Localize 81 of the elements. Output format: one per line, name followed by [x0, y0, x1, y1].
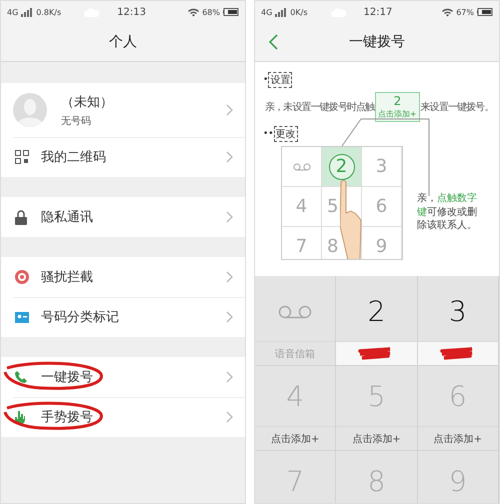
item-label: 骚扰拦截 [41, 269, 94, 286]
menu-item[interactable]: 我的二维码 [1, 137, 245, 177]
chevron-icon [226, 311, 233, 323]
section-heading: 设置 [268, 72, 292, 88]
key-label: 点击添加+ [270, 432, 320, 446]
hand-icon [15, 410, 25, 424]
key-digit: 4 [286, 380, 304, 412]
battery-percent: 67% [456, 8, 474, 16]
signal-icon [21, 8, 34, 16]
battery-percent: 68% [202, 8, 220, 16]
clock-time: 12:13 [117, 6, 147, 18]
battery-icon [477, 8, 493, 16]
item-label: 我的二维码 [41, 149, 107, 166]
chevron-icon [226, 411, 233, 423]
page-title: 个人 [109, 33, 137, 51]
key-label: 点击添加+ [352, 432, 401, 446]
chevron-icon [226, 371, 233, 383]
item-label: 隐私通讯 [41, 209, 94, 226]
key-digit: 3 [376, 156, 388, 177]
clock-time: 12:17 [364, 6, 394, 18]
menu-item[interactable]: 号码分类标记 [1, 297, 245, 337]
key-digit: 6 [448, 380, 467, 412]
item-label: 手势拨号 [41, 409, 94, 426]
dial-key[interactable]: 6 点击添加+ [418, 366, 499, 451]
item-label: 一键拨号 [41, 369, 94, 386]
key-digit: 5 [327, 196, 338, 217]
dial-key[interactable]: 2 [336, 276, 418, 366]
menu-item[interactable]: 一键拨号 [1, 357, 245, 397]
back-icon[interactable] [269, 34, 278, 50]
battery-icon [223, 8, 239, 16]
qr-code-icon [15, 150, 29, 164]
network-speed: 0.8K/s [36, 8, 62, 16]
shield-icon [15, 270, 29, 284]
key-digit: 3 [448, 295, 467, 328]
key-digit: 7 [296, 236, 308, 257]
network-speed: 0K/s [290, 8, 308, 16]
key-digit: 6 [376, 196, 388, 217]
menu-item[interactable]: 骚扰拦截 [1, 257, 245, 297]
chevron-icon [226, 104, 233, 116]
instruction-text: 来设置一键拨号。 [420, 100, 494, 114]
contact-name: （未知） [61, 94, 114, 110]
dial-key[interactable]: 5 点击添加+ [336, 366, 418, 451]
dial-key[interactable]: 4 点击添加+ [255, 366, 336, 451]
key-label: 语音信箱 [275, 348, 316, 360]
dial-key[interactable]: 3 [418, 276, 499, 366]
menu-item[interactable]: 手势拨号 [1, 397, 245, 437]
wifi-icon [188, 8, 200, 16]
sample-key: 2 点击添加+ [375, 92, 420, 122]
menu-item[interactable]: 隐私通讯 [1, 197, 245, 237]
key-digit: 9 [448, 465, 467, 498]
bullet-mark: •• [263, 129, 274, 139]
bullet-mark: • [263, 75, 268, 85]
key-digit: 8 [368, 465, 386, 498]
callout-text: 亲，点触数字键可修改或删除该联系人。 [417, 192, 478, 233]
chevron-icon [226, 211, 233, 223]
contact-card-icon [15, 312, 29, 322]
network-type: 4G [7, 8, 18, 16]
network-type: 4G [261, 8, 272, 16]
avatar-icon [13, 93, 47, 127]
key-digit: 8 [327, 236, 338, 257]
key-digit: 2 [328, 154, 354, 180]
page-title: 一键拨号 [349, 33, 405, 51]
key-digit: 9 [376, 236, 388, 257]
voicemail-icon [292, 162, 310, 170]
chevron-icon [226, 271, 233, 283]
lock-icon [15, 210, 27, 224]
phone-icon [15, 371, 27, 383]
menu-item[interactable]: （未知） 无号码 [1, 83, 245, 137]
key-digit: 5 [368, 380, 386, 412]
instruction-text: 亲，未设置一键拨号时点触 [265, 100, 374, 114]
key-digit: 2 [368, 295, 386, 328]
phone-number: 无号码 [61, 114, 92, 128]
chevron-icon [226, 151, 233, 163]
key-digit: 4 [296, 196, 308, 217]
item-label: 号码分类标记 [41, 309, 120, 326]
key-digit: 7 [286, 465, 304, 498]
signal-icon [275, 8, 288, 16]
section-heading: 更改 [274, 126, 298, 142]
voicemail-icon [278, 304, 312, 318]
wifi-icon [442, 8, 454, 16]
key-label: 点击添加+ [434, 432, 482, 446]
